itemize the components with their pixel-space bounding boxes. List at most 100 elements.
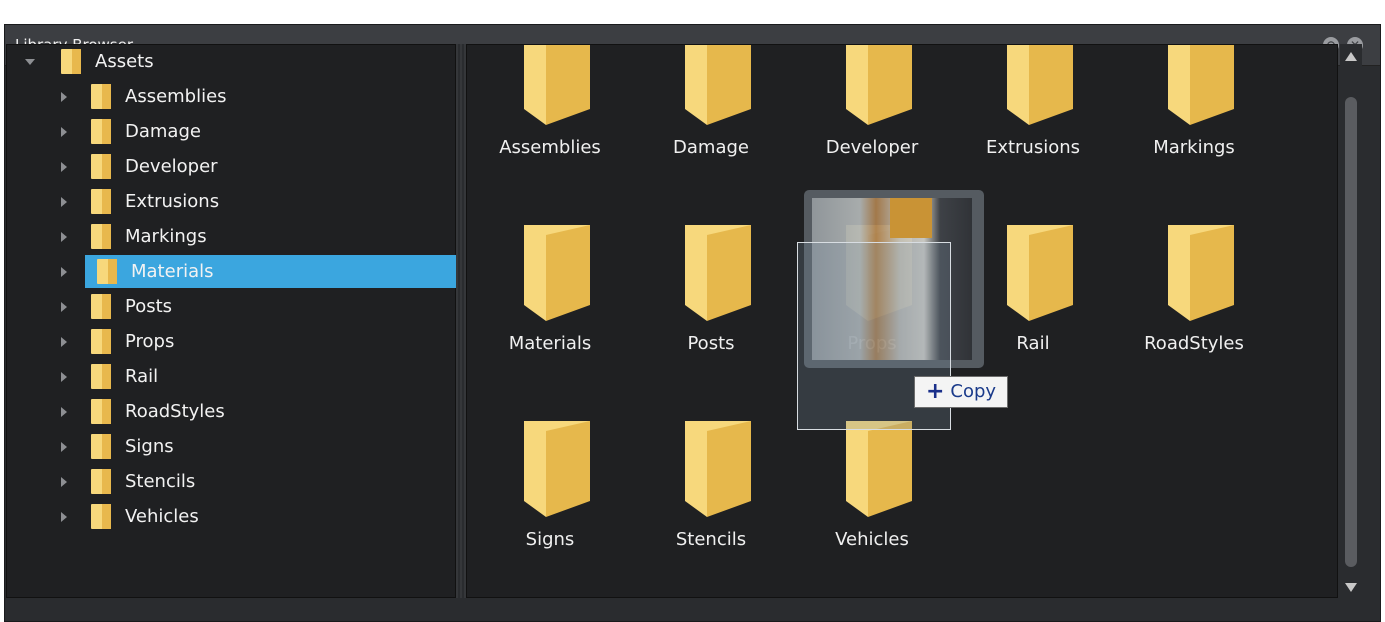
folder-icon bbox=[524, 225, 590, 321]
material-thumbnail-accent bbox=[890, 198, 932, 238]
expand-arrow-icon[interactable] bbox=[61, 301, 67, 312]
folder-tile-extrusions[interactable]: Extrusions bbox=[968, 45, 1098, 219]
folder-icon bbox=[685, 225, 751, 321]
folder-tile-label: Assemblies bbox=[499, 137, 601, 158]
folder-icon bbox=[97, 259, 117, 284]
folder-icon bbox=[91, 329, 111, 354]
expand-arrow-icon[interactable] bbox=[61, 91, 67, 102]
expand-arrow-icon[interactable] bbox=[61, 406, 67, 417]
folder-icon bbox=[91, 504, 111, 529]
tree-item-label: Vehicles bbox=[125, 506, 199, 527]
tree-item-rail[interactable]: Rail bbox=[61, 360, 441, 393]
tree-item-label: Assemblies bbox=[125, 86, 227, 107]
folder-tile-assemblies[interactable]: Assemblies bbox=[485, 45, 615, 219]
folder-tile-posts[interactable]: Posts bbox=[646, 225, 776, 415]
tree-item-damage[interactable]: Damage bbox=[61, 115, 441, 148]
tree-item-label: Signs bbox=[125, 436, 174, 457]
folder-icon bbox=[685, 421, 751, 517]
folder-tile-label: Damage bbox=[673, 137, 749, 158]
folder-tile-label: Extrusions bbox=[985, 137, 1081, 158]
folder-tile-roadstyles[interactable]: RoadStyles bbox=[1129, 225, 1259, 415]
expand-arrow-icon[interactable] bbox=[61, 266, 67, 277]
tree-item-label: Posts bbox=[125, 296, 173, 317]
expand-arrow-icon[interactable] bbox=[61, 511, 67, 522]
folder-tile-label: Materials bbox=[508, 333, 592, 354]
folder-tile-label: Markings bbox=[1153, 137, 1235, 158]
tree-item-label: Rail bbox=[125, 366, 159, 387]
tree-item-label: Damage bbox=[125, 121, 201, 142]
tree-item-label: Props bbox=[125, 331, 175, 352]
folder-tile-label: Vehicles bbox=[835, 529, 909, 550]
folder-icon bbox=[91, 154, 111, 179]
folder-icon bbox=[1168, 45, 1234, 125]
expand-arrow-icon[interactable] bbox=[61, 371, 67, 382]
expand-arrow-icon[interactable] bbox=[61, 231, 67, 242]
folder-icon bbox=[91, 399, 111, 424]
folder-tile-label: Posts bbox=[687, 333, 735, 354]
tree-item-label: RoadStyles bbox=[125, 401, 225, 422]
folder-tree: Assets Assemblies Damage Developer Extrusion… bbox=[6, 44, 457, 598]
expand-arrow-icon[interactable] bbox=[61, 476, 67, 487]
folder-tile-label: Developer bbox=[825, 137, 919, 158]
folder-tile-label: RoadStyles bbox=[1144, 333, 1244, 354]
tree-item-stencils[interactable]: Stencils bbox=[61, 465, 441, 498]
tree-item-materials[interactable]: Materials bbox=[61, 255, 457, 288]
folder-tile-markings[interactable]: Markings bbox=[1129, 45, 1259, 219]
folder-icon bbox=[1007, 225, 1073, 321]
expand-arrow-icon[interactable] bbox=[25, 58, 35, 65]
folder-icon bbox=[1007, 45, 1073, 125]
tree-item-label: Extrusions bbox=[125, 191, 220, 212]
scroll-down-icon[interactable] bbox=[1345, 583, 1357, 592]
folder-icon bbox=[91, 119, 111, 144]
folder-icon bbox=[524, 45, 590, 125]
folder-tile-signs[interactable]: Signs bbox=[485, 421, 615, 597]
tree-item-roadstyles[interactable]: RoadStyles bbox=[61, 395, 441, 428]
tree-item-extrusions[interactable]: Extrusions bbox=[61, 185, 441, 218]
folder-tile-materials[interactable]: Materials bbox=[485, 225, 615, 415]
vertical-scrollbar[interactable] bbox=[1340, 44, 1362, 598]
scroll-up-icon[interactable] bbox=[1345, 52, 1357, 61]
tree-item-developer[interactable]: Developer bbox=[61, 150, 441, 183]
folder-icon bbox=[91, 224, 111, 249]
tree-item-props[interactable]: Props bbox=[61, 325, 441, 358]
folder-icon bbox=[1168, 225, 1234, 321]
scroll-thumb[interactable] bbox=[1345, 97, 1357, 567]
folder-tile-label: Rail bbox=[1016, 333, 1050, 354]
tree-item-signs[interactable]: Signs bbox=[61, 430, 441, 463]
pane-splitter[interactable] bbox=[456, 44, 466, 598]
tree-item-vehicles[interactable]: Vehicles bbox=[61, 500, 441, 533]
folder-icon bbox=[685, 45, 751, 125]
tree-item-label: Stencils bbox=[125, 471, 196, 492]
tree-item-label: Materials bbox=[131, 261, 214, 282]
folder-tile-vehicles[interactable]: Vehicles bbox=[807, 421, 937, 597]
folder-tile-label: Stencils bbox=[675, 529, 747, 550]
folder-icon bbox=[91, 189, 111, 214]
copy-tooltip-label: Copy bbox=[950, 381, 997, 402]
tree-item-assemblies[interactable]: Assemblies bbox=[61, 80, 441, 113]
expand-arrow-icon[interactable] bbox=[61, 161, 67, 172]
folder-icon bbox=[91, 364, 111, 389]
expand-arrow-icon[interactable] bbox=[61, 196, 67, 207]
tree-item-posts[interactable]: Posts bbox=[61, 290, 441, 323]
tree-item-assets[interactable]: Assets bbox=[25, 45, 445, 78]
folder-icon bbox=[91, 434, 111, 459]
folder-tile-stencils[interactable]: Stencils bbox=[646, 421, 776, 597]
expand-arrow-icon[interactable] bbox=[61, 336, 67, 347]
folder-icon bbox=[61, 49, 81, 74]
folder-icon bbox=[91, 294, 111, 319]
copy-tooltip: + Copy bbox=[914, 376, 1008, 408]
folder-tile-label: Signs bbox=[525, 529, 575, 550]
expand-arrow-icon[interactable] bbox=[61, 441, 67, 452]
tree-item-markings[interactable]: Markings bbox=[61, 220, 441, 253]
tree-item-label: Developer bbox=[125, 156, 218, 177]
folder-tile-damage[interactable]: Damage bbox=[646, 45, 776, 219]
folder-icon bbox=[91, 84, 111, 109]
tree-item-label: Markings bbox=[125, 226, 207, 247]
folder-icon bbox=[846, 45, 912, 125]
folder-icon bbox=[524, 421, 590, 517]
plus-icon: + bbox=[925, 379, 945, 404]
tree-item-label: Assets bbox=[95, 51, 154, 72]
folder-icon bbox=[91, 469, 111, 494]
folder-icon bbox=[846, 421, 912, 517]
expand-arrow-icon[interactable] bbox=[61, 126, 67, 137]
